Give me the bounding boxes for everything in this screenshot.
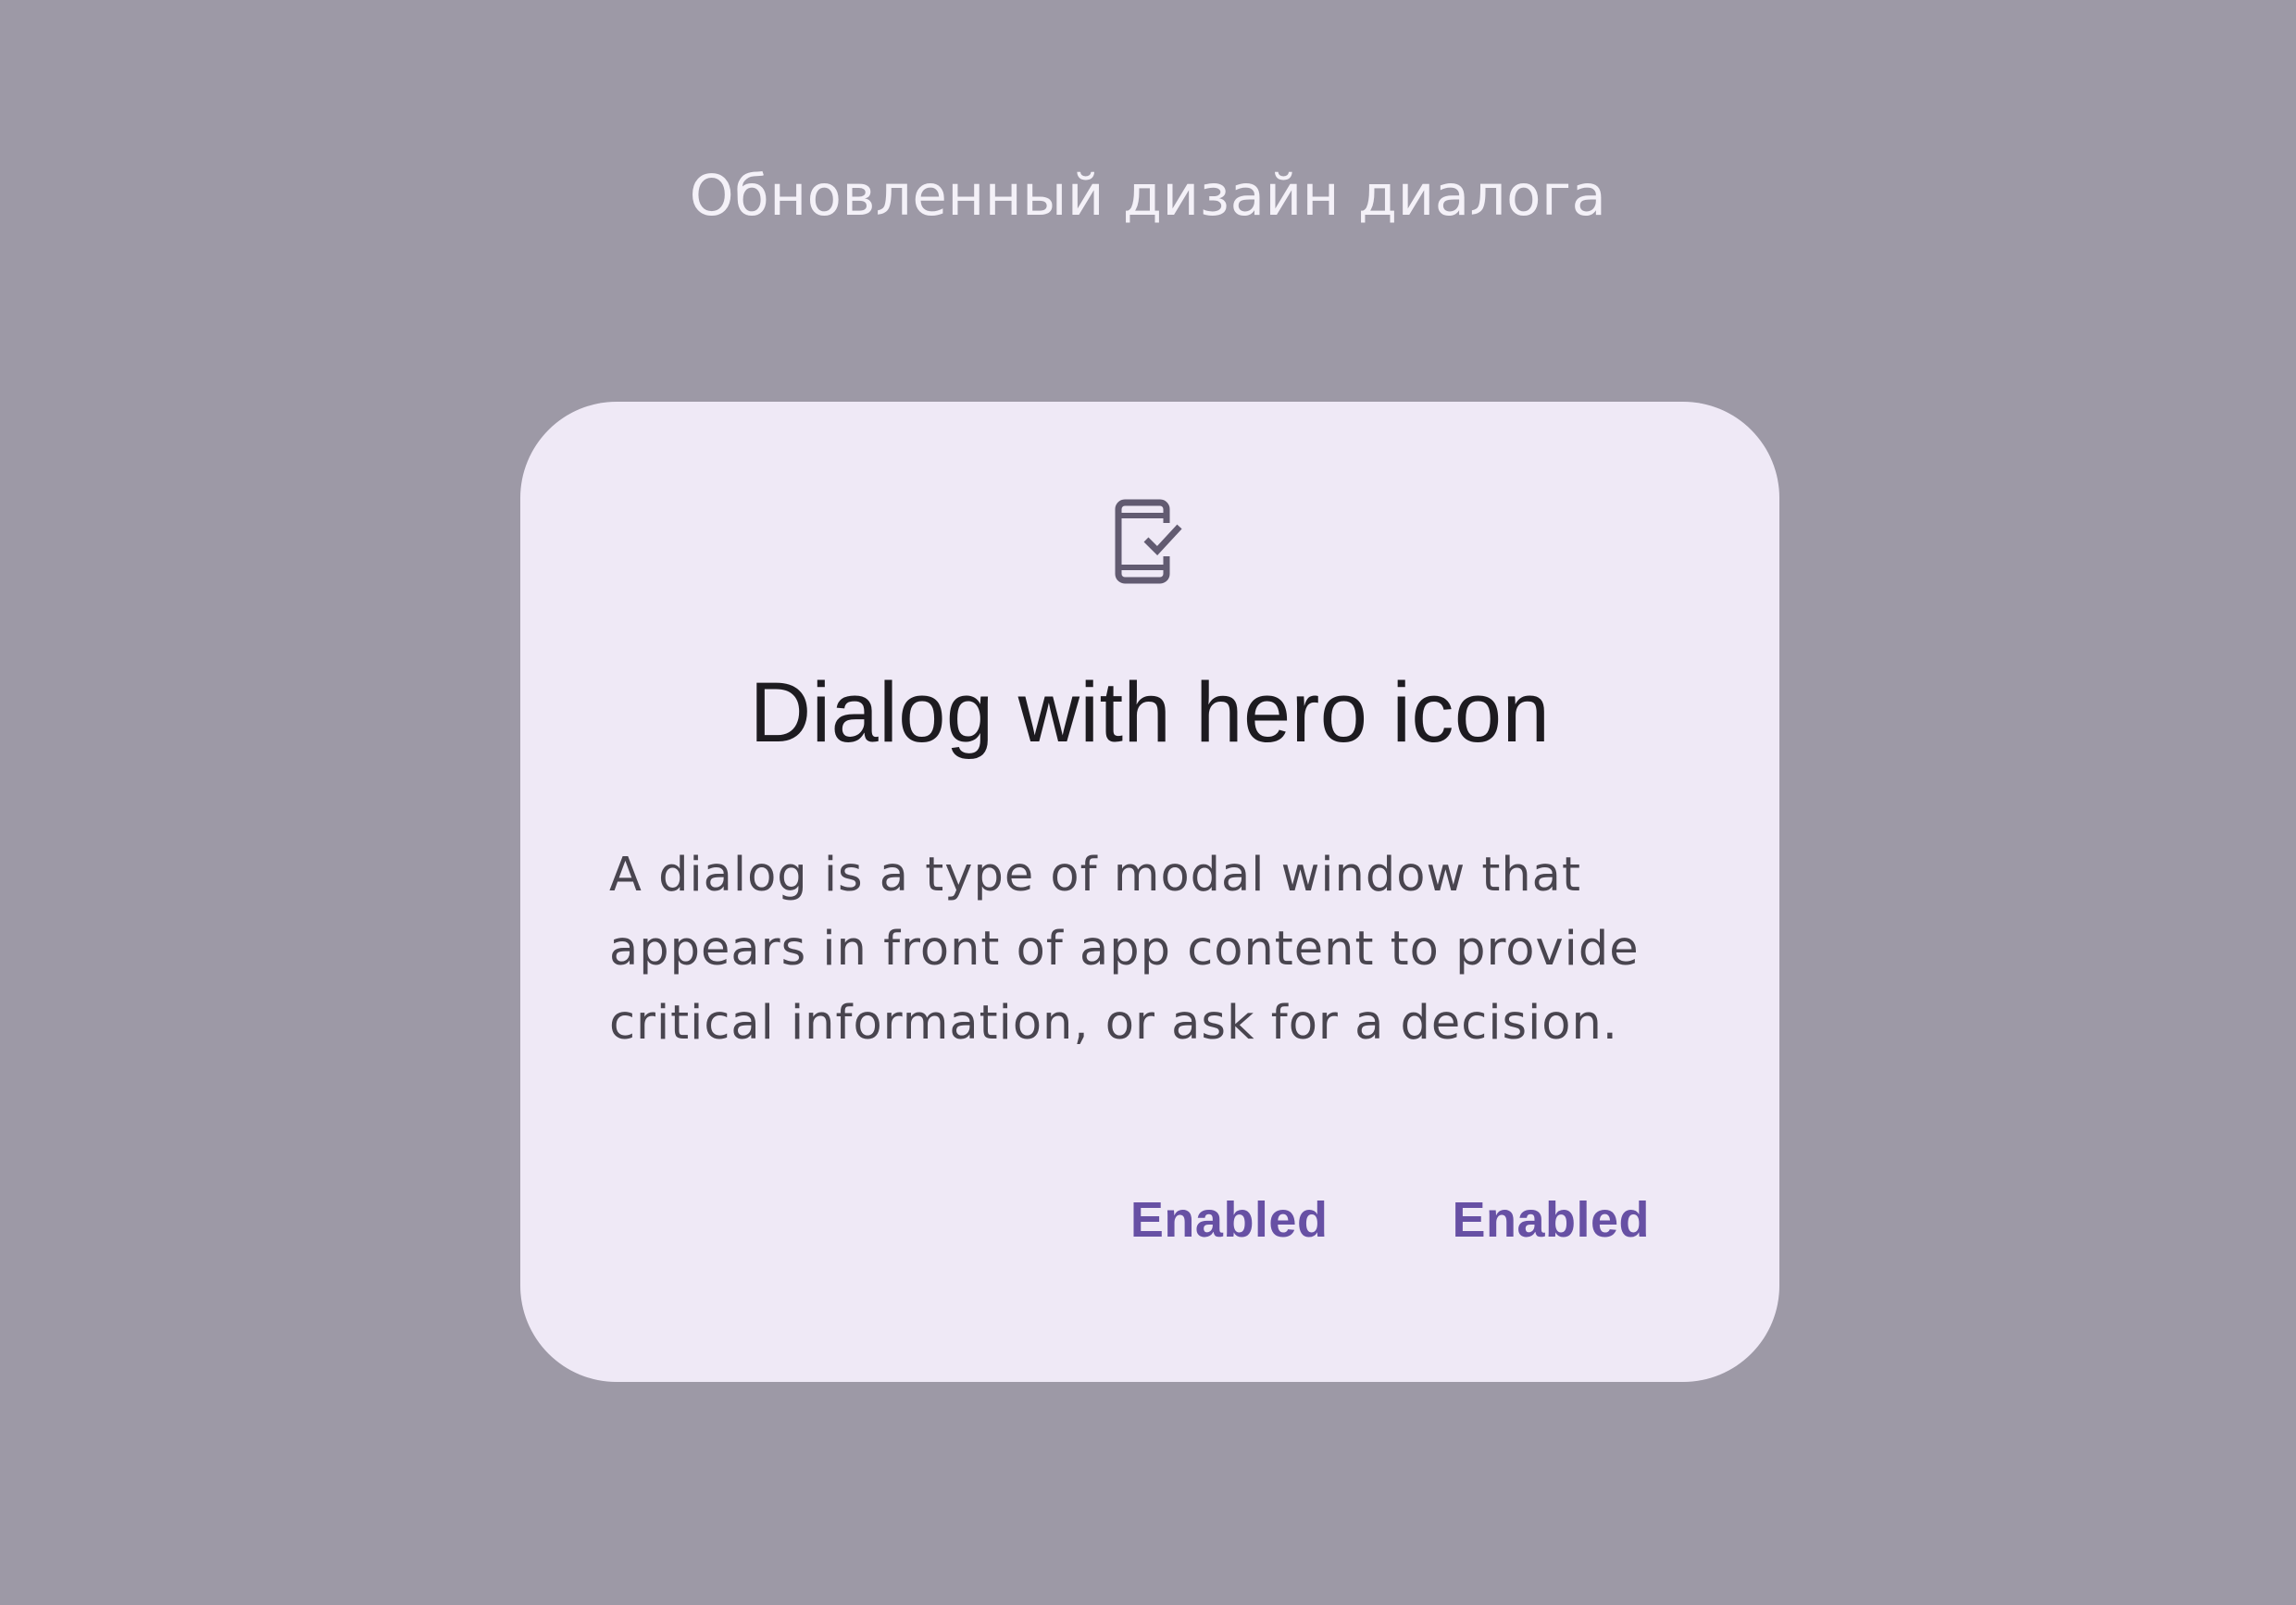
first-enabled-button[interactable]: Enabled: [1130, 1183, 1329, 1257]
dialog-title: Dialog with hero icon: [749, 666, 1551, 760]
dialog: Dialog with hero icon A dialog is a type…: [520, 402, 1779, 1382]
dialog-actions: Enabled Enabled: [1130, 1183, 1650, 1257]
mobile-check-icon: [1107, 499, 1192, 584]
page-caption: Обновленный дизайн диалога: [689, 163, 1607, 229]
second-enabled-button[interactable]: Enabled: [1452, 1183, 1650, 1257]
dialog-supporting-text: A dialog is a type of modal window that …: [609, 848, 1640, 1051]
